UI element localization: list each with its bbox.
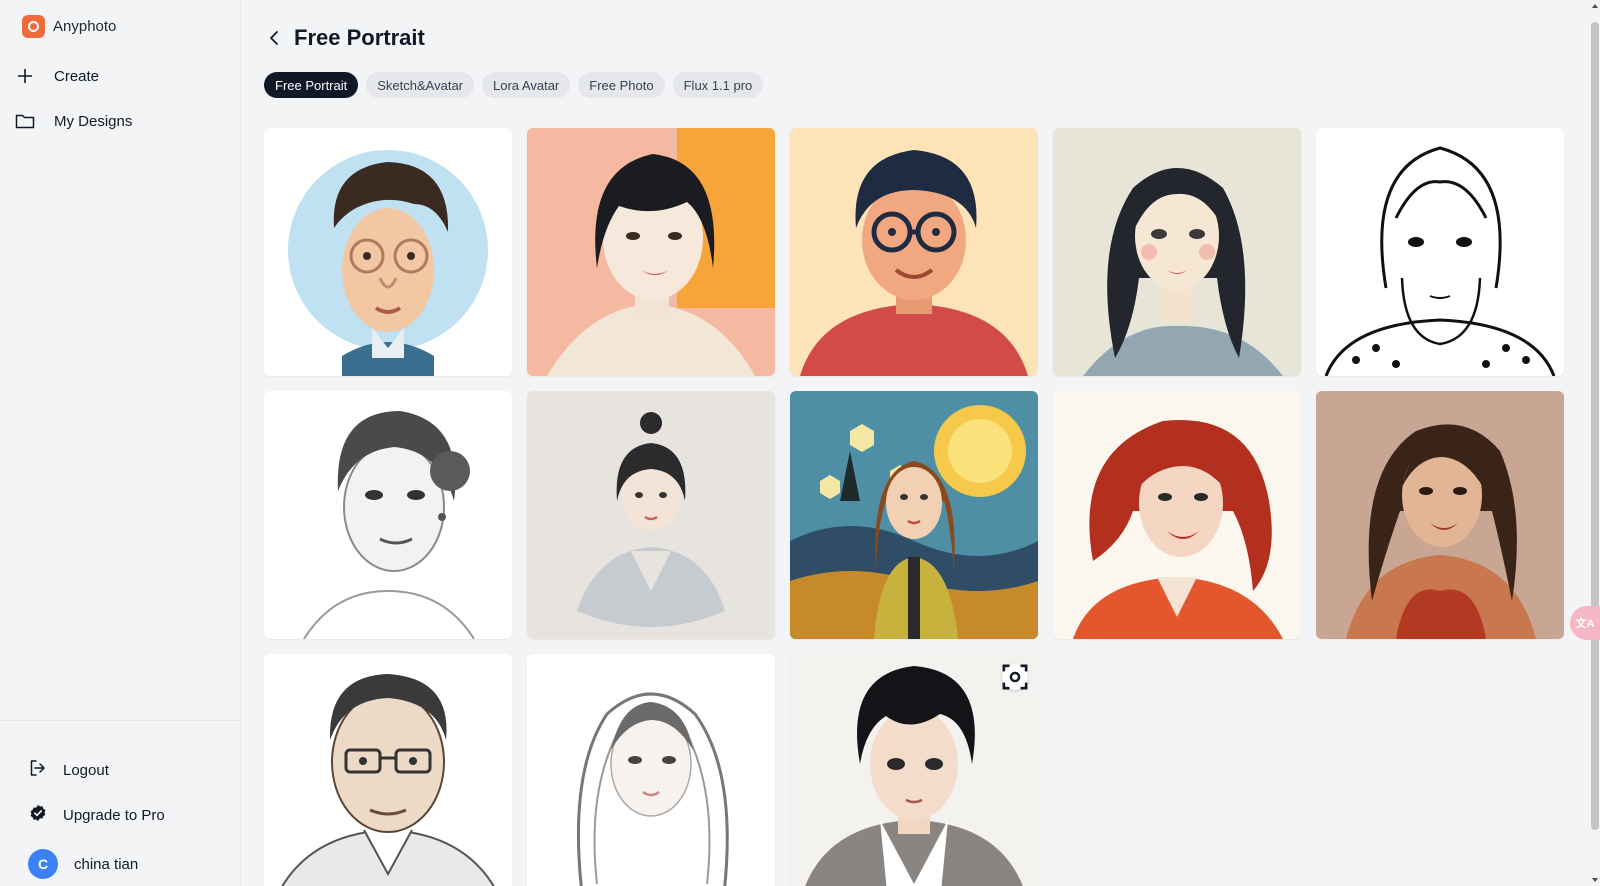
portrait-image <box>264 391 512 639</box>
tab-free-photo[interactable]: Free Photo <box>578 72 665 98</box>
folder-icon <box>14 110 36 132</box>
portrait-image <box>1316 391 1564 639</box>
tab-sketch-avatar[interactable]: Sketch&Avatar <box>366 72 475 98</box>
portrait-gallery <box>264 128 1564 886</box>
chevron-left-icon <box>270 31 278 45</box>
main-content: Free Portrait Free Portrait Sketch&Avata… <box>241 0 1590 886</box>
back-button[interactable] <box>263 26 285 50</box>
brand-name: Anyphoto <box>53 18 117 35</box>
logout-label: Logout <box>63 761 109 779</box>
gallery-item[interactable] <box>1316 391 1564 639</box>
portrait-image <box>1053 391 1301 639</box>
page-scrollbar[interactable] <box>1590 0 1600 886</box>
logout-button[interactable]: Logout <box>29 759 109 781</box>
tab-flux-1-1-pro[interactable]: Flux 1.1 pro <box>672 72 764 98</box>
portrait-image <box>264 128 512 376</box>
category-tabs: Free Portrait Sketch&Avatar Lora Avatar … <box>264 72 764 98</box>
gallery-item[interactable] <box>264 654 512 886</box>
scroll-down-icon[interactable] <box>1591 876 1599 884</box>
sidebar-bottom: Logout Upgrade to Pro C china tian <box>0 720 240 886</box>
gallery-item[interactable] <box>790 391 1038 639</box>
portrait-image <box>527 391 775 639</box>
portrait-image <box>790 654 1038 886</box>
portrait-image <box>1316 128 1564 376</box>
sidebar-item-label: Create <box>54 67 100 85</box>
portrait-image <box>264 654 512 886</box>
tab-lora-avatar[interactable]: Lora Avatar <box>482 72 571 98</box>
gallery-item[interactable] <box>1053 391 1301 639</box>
scan-icon[interactable] <box>1002 664 1028 690</box>
gallery-item[interactable] <box>527 391 775 639</box>
portrait-image <box>527 654 775 886</box>
gallery-item[interactable] <box>1316 128 1564 376</box>
gallery-item[interactable] <box>527 128 775 376</box>
portrait-image <box>1053 128 1301 376</box>
scrollbar-thumb[interactable] <box>1591 22 1599 830</box>
sidebar-item-create[interactable]: Create <box>14 65 99 87</box>
translate-button[interactable]: 文A <box>1570 606 1600 640</box>
logout-icon <box>29 759 47 781</box>
gallery-item[interactable] <box>264 128 512 376</box>
tab-free-portrait[interactable]: Free Portrait <box>264 72 359 98</box>
sidebar: Anyphoto Create My Designs Logout Upgrad… <box>0 0 241 886</box>
gallery-item[interactable] <box>790 654 1038 886</box>
upgrade-label: Upgrade to Pro <box>63 806 165 824</box>
upgrade-to-pro-button[interactable]: Upgrade to Pro <box>29 804 165 826</box>
scroll-up-icon[interactable] <box>1591 2 1599 10</box>
plus-icon <box>14 65 36 87</box>
brand[interactable]: Anyphoto <box>22 15 116 38</box>
avatar: C <box>28 849 58 879</box>
gallery-item[interactable] <box>527 654 775 886</box>
gallery-item[interactable] <box>264 391 512 639</box>
gallery-item[interactable] <box>790 128 1038 376</box>
portrait-image <box>527 128 775 376</box>
user-name: china tian <box>74 855 139 873</box>
sidebar-item-my-designs[interactable]: My Designs <box>14 110 132 132</box>
portrait-image <box>790 391 1038 639</box>
badge-check-icon <box>29 804 47 826</box>
portrait-image <box>790 128 1038 376</box>
page-title: Free Portrait <box>294 25 425 50</box>
gallery-item[interactable] <box>1053 128 1301 376</box>
anyphoto-logo-icon <box>22 15 45 38</box>
sidebar-item-label: My Designs <box>54 112 133 130</box>
user-profile[interactable]: C china tian <box>28 849 139 879</box>
